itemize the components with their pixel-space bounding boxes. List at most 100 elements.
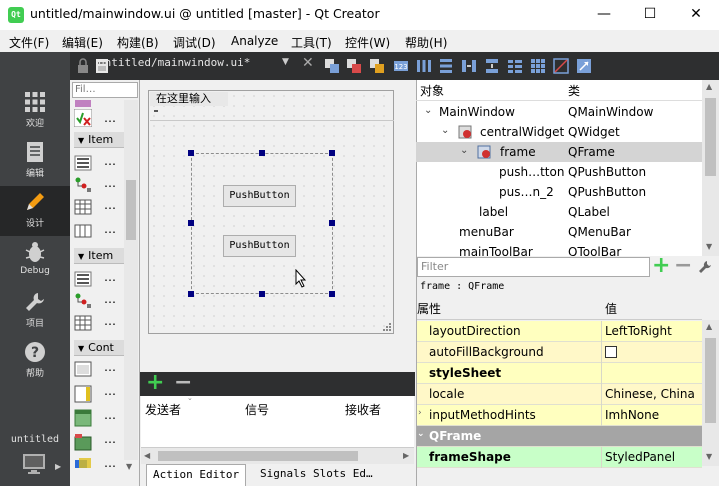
- scroll-down-arrow-icon[interactable]: ▼: [706, 452, 712, 461]
- object-row-mainwindow[interactable]: ⌄ MainWindow QMainWindow: [416, 102, 702, 122]
- maximize-button[interactable]: ☐: [627, 0, 673, 30]
- menu-help[interactable]: 帮助(H): [405, 34, 447, 51]
- menu-analyze[interactable]: Analyze: [231, 34, 278, 48]
- column-class[interactable]: 类: [568, 82, 580, 99]
- layout-form-icon[interactable]: [507, 58, 523, 74]
- widget-item-scroll-area[interactable]: …: [74, 382, 124, 404]
- scroll-down-arrow-icon[interactable]: ▼: [126, 462, 132, 471]
- mode-projects[interactable]: 项目: [0, 286, 70, 336]
- object-row-label[interactable]: label QLabel: [416, 202, 702, 222]
- object-row-frame[interactable]: ⌄ frame QFrame: [416, 142, 702, 162]
- lock-icon[interactable]: [75, 58, 91, 74]
- close-button[interactable]: ✕: [673, 0, 719, 30]
- widget-item-tree-view[interactable]: …: [74, 174, 124, 196]
- menu-widgets[interactable]: 控件(W): [345, 34, 390, 51]
- widget-item-stacked-widget[interactable]: …: [74, 454, 124, 468]
- menu-build[interactable]: 构建(B): [117, 34, 159, 51]
- expand-arrow-icon[interactable]: ›: [418, 408, 422, 418]
- column-receiver[interactable]: 接收者: [345, 401, 381, 418]
- add-connection-button[interactable]: +: [146, 370, 164, 395]
- property-filter-input[interactable]: Filter: [417, 257, 650, 277]
- layout-v-splitter-icon[interactable]: [484, 58, 500, 74]
- widget-category-item-widgets[interactable]: ▼ Item: [74, 248, 126, 264]
- object-row-pushbutton-2[interactable]: pus…n_2 QPushButton: [416, 182, 702, 202]
- menu-debug[interactable]: 调试(D): [173, 34, 216, 51]
- widget-item-table-widget[interactable]: …: [74, 312, 124, 334]
- property-layout-direction[interactable]: layoutDirection LeftToRight: [417, 321, 702, 342]
- menu-edit[interactable]: 编辑(E): [62, 34, 103, 51]
- resize-handle[interactable]: [329, 291, 335, 297]
- document-tab[interactable]: untitled/mainwindow.ui*: [98, 56, 250, 69]
- target-selector[interactable]: [22, 452, 48, 476]
- scroll-left-arrow-icon[interactable]: ◀: [144, 451, 150, 460]
- resize-handle[interactable]: [188, 291, 194, 297]
- property-auto-fill-background[interactable]: autoFillBackground: [417, 342, 702, 363]
- menu-bar-placeholder[interactable]: 在这里输入: [150, 92, 228, 106]
- scroll-up-arrow-icon[interactable]: ▲: [706, 322, 712, 331]
- menu-file[interactable]: 文件(F): [9, 34, 49, 51]
- close-doc-icon[interactable]: ✕: [302, 55, 314, 71]
- layout-horizontal-icon[interactable]: [416, 58, 432, 74]
- expand-arrow-icon[interactable]: ⌄: [441, 125, 449, 136]
- widget-item-list-view[interactable]: …: [74, 152, 124, 174]
- auto-fill-checkbox[interactable]: [605, 346, 617, 358]
- widget-item-tool-box[interactable]: …: [74, 406, 124, 428]
- layout-h-splitter-icon[interactable]: [461, 58, 477, 74]
- column-property[interactable]: 属性: [417, 300, 441, 317]
- mode-welcome[interactable]: 欢迎: [0, 86, 70, 136]
- resize-handle[interactable]: [329, 150, 335, 156]
- tab-action-editor[interactable]: Action Editor: [146, 464, 247, 486]
- minimize-button[interactable]: —: [581, 0, 627, 30]
- remove-dynamic-property-button[interactable]: −: [674, 253, 692, 278]
- collapse-arrow-icon[interactable]: ⌄: [417, 429, 425, 439]
- layout-vertical-icon[interactable]: [438, 58, 454, 74]
- push-button-1[interactable]: PushButton: [223, 185, 296, 207]
- edit-widgets-icon[interactable]: [324, 58, 340, 74]
- property-input-method-hints[interactable]: › inputMethodHints ImhNone: [417, 405, 702, 426]
- resize-handle[interactable]: [188, 150, 194, 156]
- wrench-icon[interactable]: [697, 259, 713, 275]
- mode-design[interactable]: 设计: [0, 186, 70, 236]
- property-locale[interactable]: locale Chinese, China: [417, 384, 702, 405]
- widget-box-scrollbar[interactable]: [124, 100, 138, 460]
- column-signal[interactable]: 信号: [245, 401, 269, 418]
- widget-item-tab-widget[interactable]: …: [74, 430, 124, 452]
- resize-handle[interactable]: [188, 220, 194, 226]
- column-object[interactable]: 对象: [420, 82, 444, 99]
- object-row-menubar[interactable]: menuBar QMenuBar: [416, 222, 702, 242]
- resize-handle[interactable]: [329, 220, 335, 226]
- widget-item-table-view[interactable]: …: [74, 196, 124, 218]
- expand-arrow-icon[interactable]: ⌄: [424, 105, 432, 116]
- property-style-sheet[interactable]: styleSheet: [417, 363, 702, 384]
- widget-item-tree-widget[interactable]: …: [74, 290, 124, 312]
- widget-item-column-view[interactable]: …: [74, 220, 124, 242]
- widget-item-dialog-button-box[interactable]: …: [73, 106, 124, 128]
- object-row-centralwidget[interactable]: ⌄ centralWidget QWidget: [416, 122, 702, 142]
- tab-signals-slots-editor[interactable]: Signals Slots Ed…: [254, 464, 379, 486]
- widget-item-group-box[interactable]: …: [74, 358, 124, 380]
- scroll-right-arrow-icon[interactable]: ▶: [403, 451, 409, 460]
- edit-signals-icon[interactable]: [346, 58, 362, 74]
- mode-help[interactable]: ? 帮助: [0, 336, 70, 386]
- connections-scroll-thumb[interactable]: [158, 451, 358, 461]
- expand-arrow-icon[interactable]: ⌄: [460, 145, 468, 156]
- column-sender[interactable]: 发送者: [145, 401, 181, 418]
- scroll-up-arrow-icon[interactable]: ▲: [706, 82, 712, 91]
- widget-box-scroll-thumb[interactable]: [126, 180, 136, 240]
- resize-handle[interactable]: [259, 291, 265, 297]
- menu-tools[interactable]: 工具(T): [291, 34, 332, 51]
- adjust-size-icon[interactable]: [576, 58, 592, 74]
- property-editor-scroll-thumb[interactable]: [705, 338, 716, 423]
- object-row-pushbutton[interactable]: push…tton QPushButton: [416, 162, 702, 182]
- column-value[interactable]: 值: [605, 300, 617, 317]
- add-dynamic-property-button[interactable]: +: [652, 253, 670, 278]
- object-inspector-scroll-thumb[interactable]: [705, 98, 716, 176]
- scroll-down-arrow-icon[interactable]: ▼: [706, 242, 712, 251]
- mode-debug[interactable]: Debug: [0, 236, 70, 286]
- resize-handle[interactable]: [259, 150, 265, 156]
- widget-filter-input[interactable]: Fil…: [72, 82, 138, 98]
- widget-category-item-views[interactable]: ▼ Item: [74, 132, 126, 148]
- push-button-2[interactable]: PushButton: [223, 235, 296, 257]
- size-grip-icon[interactable]: [382, 322, 392, 332]
- remove-connection-button[interactable]: −: [174, 370, 192, 395]
